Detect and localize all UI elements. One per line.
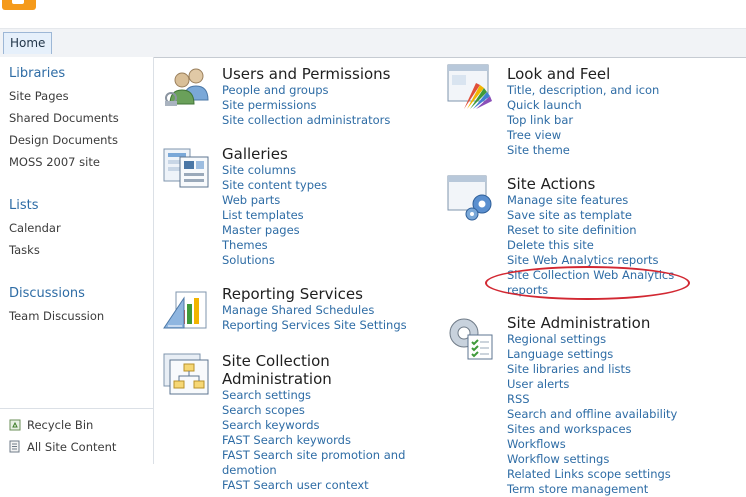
top-bar: [0, 0, 746, 28]
quick-launch: Libraries Site Pages Shared Documents De…: [0, 57, 154, 463]
ql-heading-lists[interactable]: Lists: [9, 198, 39, 213]
link-web-parts[interactable]: Web parts: [222, 193, 327, 208]
link-fast-search-site-promotion-cont[interactable]: demotion: [222, 463, 405, 478]
section-title-galleries: Galleries: [222, 145, 288, 163]
link-reset-to-site-definition[interactable]: Reset to site definition: [507, 223, 674, 238]
link-solutions[interactable]: Solutions: [222, 253, 327, 268]
link-title-description-icon[interactable]: Title, description, and icon: [507, 83, 659, 98]
site-actions-icon: [447, 175, 492, 221]
link-top-link-bar[interactable]: Top link bar: [507, 113, 659, 128]
link-site-collection-administrators[interactable]: Site collection administrators: [222, 113, 390, 128]
recycle-bin-icon: [9, 419, 21, 431]
ql-item-site-pages[interactable]: Site Pages: [9, 89, 69, 103]
all-site-content-label: All Site Content: [27, 440, 117, 454]
site-administration-links: Regional settings Language settings Site…: [507, 332, 677, 497]
link-search-keywords[interactable]: Search keywords: [222, 418, 405, 433]
galleries-icon: [163, 148, 209, 188]
link-search-settings[interactable]: Search settings: [222, 388, 405, 403]
look-feel-links: Title, description, and icon Quick launc…: [507, 83, 659, 158]
link-rss[interactable]: RSS: [507, 392, 677, 407]
ql-heading-libraries[interactable]: Libraries: [9, 66, 65, 81]
link-master-pages[interactable]: Master pages: [222, 223, 327, 238]
link-regional-settings[interactable]: Regional settings: [507, 332, 677, 347]
section-title-site-collection-line1: Site Collection: [222, 352, 330, 370]
galleries-links: Site columns Site content types Web part…: [222, 163, 327, 268]
site-collection-icon: [163, 353, 209, 395]
link-tree-view[interactable]: Tree view: [507, 128, 659, 143]
link-site-theme[interactable]: Site theme: [507, 143, 659, 158]
quick-launch-bottom: Recycle Bin All Site Content: [0, 408, 154, 464]
link-site-collection-web-analytics[interactable]: Site Collection Web Analytics: [507, 268, 674, 283]
link-related-links-scope-settings[interactable]: Related Links scope settings: [507, 467, 677, 482]
link-search-scopes[interactable]: Search scopes: [222, 403, 405, 418]
link-reporting-services-site-settings[interactable]: Reporting Services Site Settings: [222, 318, 407, 333]
site-collection-links: Search settings Search scopes Search key…: [222, 388, 405, 493]
link-term-store-management[interactable]: Term store management: [507, 482, 677, 497]
link-workflow-settings[interactable]: Workflow settings: [507, 452, 677, 467]
link-site-permissions[interactable]: Site permissions: [222, 98, 390, 113]
tab-home[interactable]: Home: [3, 32, 53, 54]
site-admin-icon: [449, 318, 493, 360]
section-title-look-feel: Look and Feel: [507, 65, 611, 83]
link-fast-search-keywords[interactable]: FAST Search keywords: [222, 433, 405, 448]
all-site-content-link[interactable]: All Site Content: [9, 440, 116, 456]
link-search-offline-availability[interactable]: Search and offline availability: [507, 407, 677, 422]
link-site-columns[interactable]: Site columns: [222, 163, 327, 178]
link-manage-site-features[interactable]: Manage site features: [507, 193, 674, 208]
sharepoint-logo-icon: [2, 0, 36, 10]
section-title-site-administration: Site Administration: [507, 314, 651, 332]
link-fast-search-site-promotion[interactable]: FAST Search site promotion and: [222, 448, 405, 463]
link-manage-shared-schedules[interactable]: Manage Shared Schedules: [222, 303, 407, 318]
ql-item-tasks[interactable]: Tasks: [9, 243, 40, 257]
reporting-services-links: Manage Shared Schedules Reporting Servic…: [222, 303, 407, 333]
link-site-collection-web-analytics-reports[interactable]: reports: [507, 283, 674, 298]
link-workflows[interactable]: Workflows: [507, 437, 677, 452]
ql-item-moss-2007-site[interactable]: MOSS 2007 site: [9, 155, 100, 169]
link-people-and-groups[interactable]: People and groups: [222, 83, 390, 98]
ql-item-calendar[interactable]: Calendar: [9, 221, 61, 235]
users-permissions-links: People and groups Site permissions Site …: [222, 83, 390, 128]
look-feel-icon: [447, 64, 492, 109]
link-save-site-as-template[interactable]: Save site as template: [507, 208, 674, 223]
link-delete-this-site[interactable]: Delete this site: [507, 238, 674, 253]
ql-heading-discussions[interactable]: Discussions: [9, 286, 85, 301]
link-list-templates[interactable]: List templates: [222, 208, 327, 223]
ribbon: Home: [0, 28, 746, 58]
recycle-bin-label: Recycle Bin: [27, 418, 94, 432]
ql-item-shared-documents[interactable]: Shared Documents: [9, 111, 119, 125]
link-themes[interactable]: Themes: [222, 238, 327, 253]
reporting-icon: [163, 291, 207, 329]
link-quick-launch[interactable]: Quick launch: [507, 98, 659, 113]
recycle-bin-link[interactable]: Recycle Bin: [9, 418, 93, 434]
section-title-reporting-services: Reporting Services: [222, 285, 363, 303]
users-icon: [165, 68, 209, 106]
link-language-settings[interactable]: Language settings: [507, 347, 677, 362]
site-actions-links: Manage site features Save site as templa…: [507, 193, 674, 298]
link-user-alerts[interactable]: User alerts: [507, 377, 677, 392]
link-site-content-types[interactable]: Site content types: [222, 178, 327, 193]
ql-item-team-discussion[interactable]: Team Discussion: [9, 309, 104, 323]
section-title-users-permissions: Users and Permissions: [222, 65, 391, 83]
section-title-site-actions: Site Actions: [507, 175, 596, 193]
link-site-libraries-and-lists[interactable]: Site libraries and lists: [507, 362, 677, 377]
all-site-content-icon: [9, 440, 20, 453]
section-title-site-collection-line2: Administration: [222, 370, 332, 388]
ql-item-design-documents[interactable]: Design Documents: [9, 133, 118, 147]
link-site-web-analytics-reports[interactable]: Site Web Analytics reports: [507, 253, 674, 268]
link-sites-and-workspaces[interactable]: Sites and workspaces: [507, 422, 677, 437]
